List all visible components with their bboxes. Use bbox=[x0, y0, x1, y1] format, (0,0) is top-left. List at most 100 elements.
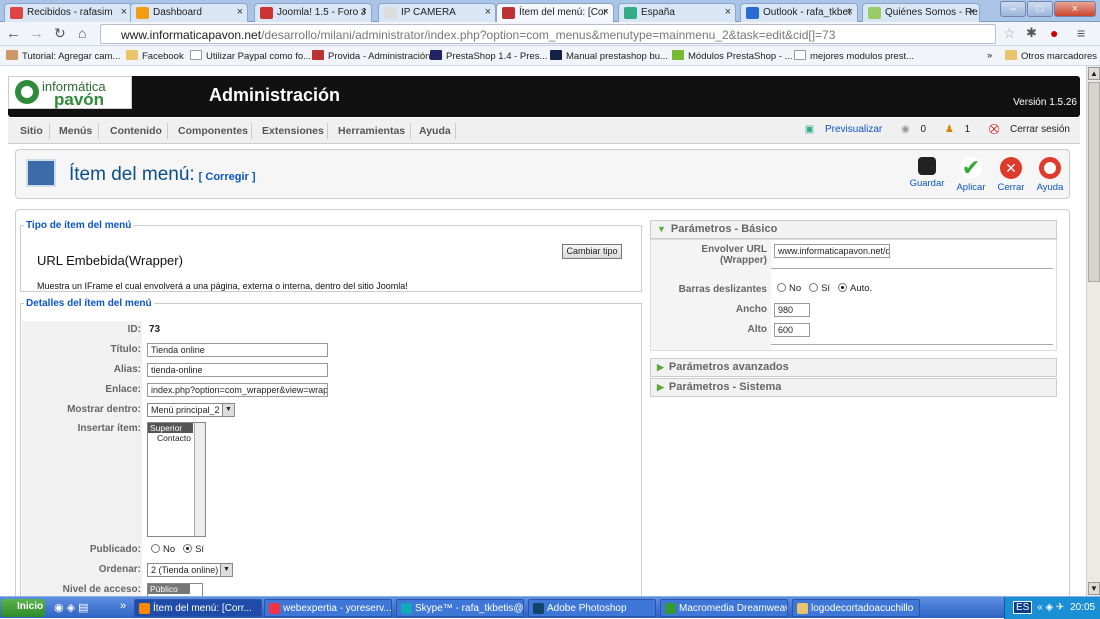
page-scrollbar[interactable]: ▲ ▼ bbox=[1086, 66, 1100, 596]
help-button[interactable]: Ayuda bbox=[1030, 157, 1070, 193]
browser-tab[interactable]: España × bbox=[618, 3, 736, 22]
parent-option-selected[interactable]: Superior bbox=[148, 423, 193, 433]
change-type-button[interactable]: Cambiar tipo bbox=[562, 244, 622, 259]
bookmark[interactable]: Manual prestashop bu... bbox=[550, 50, 668, 62]
bookmark[interactable]: Utilizar Paypal como fo... bbox=[190, 50, 311, 62]
bookmarks-overflow[interactable]: » bbox=[987, 50, 992, 61]
height-input[interactable]: 600 bbox=[774, 323, 810, 337]
access-listbox[interactable]: Público bbox=[147, 583, 203, 596]
home-icon[interactable]: ⌂ bbox=[78, 25, 86, 41]
item-type-legend: Tipo de ítem del menú bbox=[26, 220, 132, 231]
browser-tab[interactable]: Quiénes Somos - Re × bbox=[862, 3, 980, 22]
preview-link[interactable]: ▣ Previsualizar bbox=[797, 124, 882, 135]
bookmark[interactable]: Provida - Administración bbox=[312, 50, 430, 62]
close-icon[interactable]: × bbox=[237, 6, 243, 18]
menu-ayuda[interactable]: Ayuda bbox=[419, 125, 451, 137]
other-bookmarks[interactable]: Otros marcadores bbox=[1005, 50, 1097, 62]
menu-contenido[interactable]: Contenido bbox=[110, 125, 162, 137]
quicklaunch-icons[interactable]: ◉ ◈ ▤ bbox=[54, 601, 89, 614]
logout-icon: ⛒ bbox=[988, 124, 1002, 135]
menu-select[interactable]: Menú principal_2 ▼ bbox=[147, 403, 235, 417]
scroll-thumb[interactable] bbox=[1088, 82, 1100, 282]
menu-separator bbox=[167, 123, 168, 139]
dashboard-icon bbox=[136, 7, 149, 19]
scroll-yes-radio[interactable] bbox=[809, 283, 819, 292]
url-input[interactable]: www.informaticapavon.net/desarrollo/mila… bbox=[100, 24, 996, 44]
quicklaunch-overflow[interactable]: » bbox=[120, 600, 126, 612]
browser-tab-active[interactable]: Ítem del menú: [Cor × bbox=[496, 3, 614, 22]
close-icon[interactable]: × bbox=[847, 6, 853, 18]
close-window-icon[interactable]: × bbox=[1054, 1, 1096, 17]
browser-tab[interactable]: Dashboard × bbox=[130, 3, 248, 22]
close-icon[interactable]: × bbox=[969, 6, 975, 18]
published-yes-radio[interactable] bbox=[183, 544, 193, 553]
width-input[interactable]: 980 bbox=[774, 303, 810, 317]
order-label: Ordenar: bbox=[98, 564, 141, 575]
scroll-auto-radio[interactable] bbox=[837, 283, 847, 292]
menu-herramientas[interactable]: Herramientas bbox=[338, 125, 405, 137]
task-button[interactable]: Adobe Photoshop bbox=[528, 599, 656, 617]
scroll-up-icon[interactable]: ▲ bbox=[1088, 67, 1100, 80]
bookmark[interactable]: Tutorial: Agregar cam... bbox=[6, 50, 120, 62]
title-input[interactable]: Tienda online bbox=[147, 343, 328, 357]
link-input[interactable]: index.php?option=com_wrapper&view=wrappe… bbox=[147, 383, 328, 397]
task-button[interactable]: logodecortadoacuchillo bbox=[792, 599, 920, 617]
close-icon[interactable]: × bbox=[603, 6, 609, 18]
menu-item-icon bbox=[26, 159, 56, 187]
messages-count[interactable]: ◉ 0 bbox=[893, 124, 926, 135]
users-count[interactable]: ♟ 1 bbox=[937, 124, 970, 135]
published-no-radio[interactable] bbox=[151, 544, 160, 553]
maximize-icon[interactable]: □ bbox=[1027, 1, 1053, 17]
menu-icon[interactable]: ≡ bbox=[1077, 25, 1085, 41]
task-button-active[interactable]: Ítem del menú: [Corr... bbox=[134, 599, 262, 617]
minimize-icon[interactable]: – bbox=[1000, 1, 1026, 17]
browser-tab[interactable]: Outlook - rafa_tkbet × bbox=[740, 3, 858, 22]
bookmark[interactable]: mejores modulos prest... bbox=[794, 50, 914, 62]
bookmark[interactable]: Facebook bbox=[126, 50, 184, 62]
star-icon[interactable]: ☆ bbox=[1003, 25, 1016, 42]
scroll-no-label: No bbox=[789, 283, 802, 294]
logout-link[interactable]: ⛒ Cerrar sesión bbox=[981, 124, 1070, 135]
forward-icon[interactable]: → bbox=[29, 25, 44, 42]
close-icon[interactable]: × bbox=[485, 6, 491, 18]
params-advanced-header[interactable]: ▶ Parámetros avanzados bbox=[650, 358, 1057, 377]
menu-componentes[interactable]: Componentes bbox=[178, 125, 248, 137]
params-basic-header[interactable]: ▼ Parámetros - Básico bbox=[650, 220, 1057, 239]
task-button[interactable]: Skype™ - rafa_tkbetis@... bbox=[396, 599, 524, 617]
menu-extensiones[interactable]: Extensiones bbox=[262, 125, 324, 137]
tray-icons[interactable]: « ◈ ✈ bbox=[1037, 602, 1064, 613]
alias-input[interactable]: tienda-online bbox=[147, 363, 328, 377]
bookmark[interactable]: Módulos PrestaShop - ... bbox=[672, 50, 793, 62]
close-icon[interactable]: × bbox=[121, 6, 127, 18]
browser-tab[interactable]: Joomla! 1.5 - Foro J × bbox=[254, 3, 372, 22]
admin-page: informática pavón Administración Versión… bbox=[0, 66, 1086, 596]
menu-menus[interactable]: Menús bbox=[59, 125, 92, 137]
parent-listbox[interactable]: Superior Contacto bbox=[147, 422, 206, 537]
close-icon[interactable]: × bbox=[725, 6, 731, 18]
logo[interactable]: informática pavón bbox=[8, 76, 132, 109]
bookmark-label: PrestaShop 1.4 - Pres... bbox=[446, 51, 548, 62]
save-button[interactable]: Guardar bbox=[907, 157, 947, 189]
scroll-down-icon[interactable]: ▼ bbox=[1088, 582, 1100, 595]
language-indicator[interactable]: ES bbox=[1013, 601, 1033, 614]
task-button[interactable]: webexpertia - yoreserv... bbox=[264, 599, 392, 617]
wrapper-url-input[interactable]: www.informaticapavon.net/des bbox=[774, 244, 890, 258]
apply-button[interactable]: ✔ Aplicar bbox=[951, 157, 991, 194]
close-button[interactable]: ✕ Cerrar bbox=[991, 157, 1031, 193]
close-icon[interactable]: × bbox=[361, 6, 367, 18]
params-system-header[interactable]: ▶ Parámetros - Sistema bbox=[650, 378, 1057, 397]
bookmark[interactable]: PrestaShop 1.4 - Pres... bbox=[430, 50, 547, 62]
back-icon[interactable]: ← bbox=[6, 25, 21, 42]
folder-icon bbox=[126, 50, 138, 60]
listbox-scrollbar[interactable] bbox=[194, 423, 205, 536]
browser-tab[interactable]: IP CAMERA × bbox=[378, 3, 496, 22]
scroll-no-radio[interactable] bbox=[777, 283, 786, 292]
browser-tab[interactable]: Recibidos - rafasim × bbox=[4, 3, 132, 22]
reload-icon[interactable]: ↻ bbox=[54, 25, 66, 42]
extension-icon[interactable]: ✱ bbox=[1026, 25, 1037, 41]
task-button[interactable]: Macromedia Dreamweav... bbox=[660, 599, 788, 617]
start-button[interactable]: Inicio bbox=[1, 599, 45, 617]
order-select[interactable]: 2 (Tienda online) ▼ bbox=[147, 563, 233, 577]
opera-icon[interactable]: ● bbox=[1050, 25, 1058, 41]
menu-sitio[interactable]: Sitio bbox=[20, 125, 43, 137]
